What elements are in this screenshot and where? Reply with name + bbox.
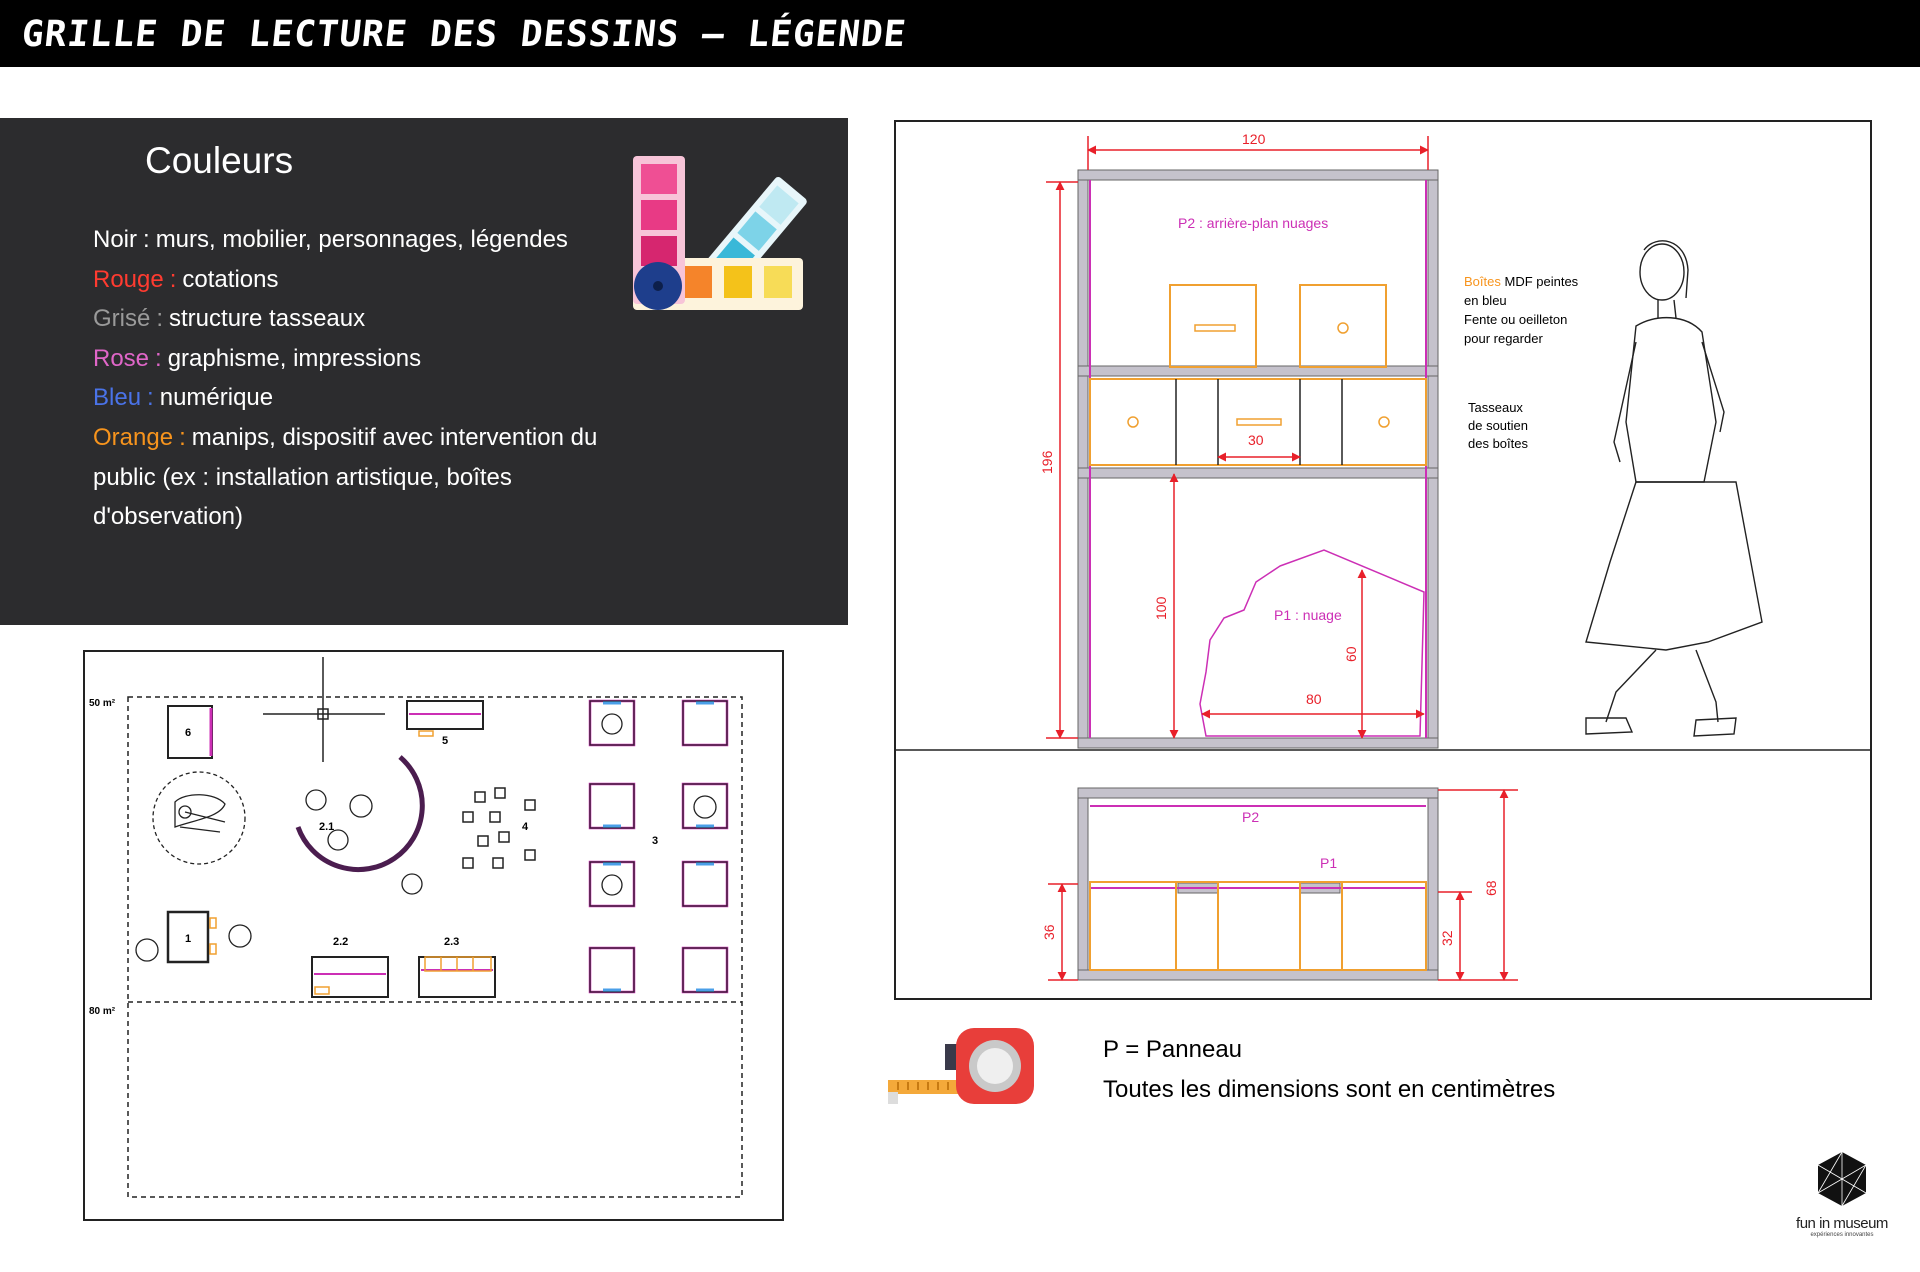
zone-label-1: 1 [185,933,191,945]
legend-description: graphisme, impressions [167,344,422,372]
legend-item: Bleu: numérique [93,384,273,411]
legend-separator: : [147,384,154,412]
dim-36-label: 36 [1041,924,1057,940]
label-p1: P1 : nuage [1274,607,1342,623]
logo-name: fun in museum [1796,1215,1888,1232]
note-boxes-key: Boîtes [1464,274,1501,289]
area-label-80: 80 m² [89,1006,116,1017]
legend-item: Grisé: structure tasseaux [93,305,365,332]
dim-width-label: 120 [1242,131,1266,147]
dim-68-label: 68 [1483,880,1499,896]
note-boxes-line2: en bleu [1464,293,1507,308]
legend-key: Orange [93,423,174,451]
dim-slot-label: 30 [1248,432,1264,448]
legend-separator: : [179,423,186,451]
dim-32-label: 32 [1439,930,1455,946]
drawing-notes: P = Panneau Toutes les dimensions sont e… [1103,1030,1555,1110]
note-boxes-line4: pour regarder [1464,331,1543,346]
dim-height-label: 196 [1039,450,1055,474]
zone-label-3: 3 [652,835,658,847]
color-palette-icon [633,156,807,310]
legend-key: Rouge [93,265,164,293]
legend-separator: : [155,344,162,372]
area-label-50: 50 m² [89,698,116,709]
legend-description: murs, mobilier, personnages, légendes [155,226,568,253]
dim-lower-label: 100 [1153,596,1169,620]
legend-item: Rose: graphisme, impressions [93,345,421,372]
legend-description: structure tasseaux [169,305,366,333]
plan-label-p1: P1 [1320,855,1337,871]
note-tasseaux-line3: des boîtes [1468,436,1528,451]
dim-cloud-height-label: 60 [1343,646,1359,662]
plan-label-p2: P2 [1242,809,1259,825]
legend-key: Bleu [93,384,142,412]
note-boxes-line3: Fente ou oeilleton [1464,312,1567,327]
zone-label-2-2: 2.2 [333,936,348,948]
panel-abbreviation-note: P = Panneau [1103,1036,1243,1063]
legend-key: Grisé [93,305,151,333]
legend-item: Noir: murs, mobilier, personnages, légend… [93,226,568,253]
note-tasseaux-line2: de soutien [1468,418,1528,433]
page-title: GRILLE DE LECTURE DES DESSINS – LÉGENDE [19,14,909,55]
zone-label-5: 5 [442,735,448,747]
legend-separator: : [169,265,177,293]
floor-plan-drawing: 50 m² 80 m² 2.1 6 5 4 3 1 2.2 2.3 [83,650,784,1221]
note-tasseaux-line1: Tasseaux [1468,400,1523,415]
walking-woman-figure [1585,240,1763,737]
dim-cloud-width-label: 80 [1306,691,1322,707]
legend-item: Rouge: cotations [93,266,278,293]
legend-separator: : [143,226,150,253]
label-p2: P2 : arrière-plan nuages [1178,215,1328,231]
legend-item: Orange: manips, dispositif avec intervent… [93,424,597,530]
units-note: Toutes les dimensions sont en centimètre… [1103,1076,1556,1103]
tape-measure-icon [888,1028,1034,1104]
fun-in-museum-logo: fun in museum expériences innovantes [1784,1150,1900,1238]
legend-separator: : [156,305,164,333]
legend-description: numérique [159,384,274,412]
legend-heading: Couleurs [145,140,294,181]
legend-key: Rose [93,344,150,372]
zone-label-6: 6 [185,727,191,739]
elevation-drawing: 120 196 30 100 80 60 P2 : arrière-plan n… [894,120,1872,1000]
legend-description: cotations [182,265,279,293]
logo-cube-icon [1817,1151,1867,1207]
header-bar: GRILLE DE LECTURE DES DESSINS – LÉGENDE [0,0,1920,67]
zone-label-2-3: 2.3 [444,936,459,948]
note-boxes-rest: MDF peintes [1504,274,1578,289]
svg-text:Boîtes MDF peint: Boîtes MDF peintes [1464,274,1579,289]
color-legend-panel: Couleurs Noir: murs, mobilier, personnage… [0,118,848,625]
zone-label-4: 4 [522,821,529,833]
logo-tagline: expériences innovantes [1810,1232,1874,1238]
legend-list: Noir: murs, mobilier, personnages, légend… [93,220,623,537]
legend-key: Noir [93,226,138,253]
